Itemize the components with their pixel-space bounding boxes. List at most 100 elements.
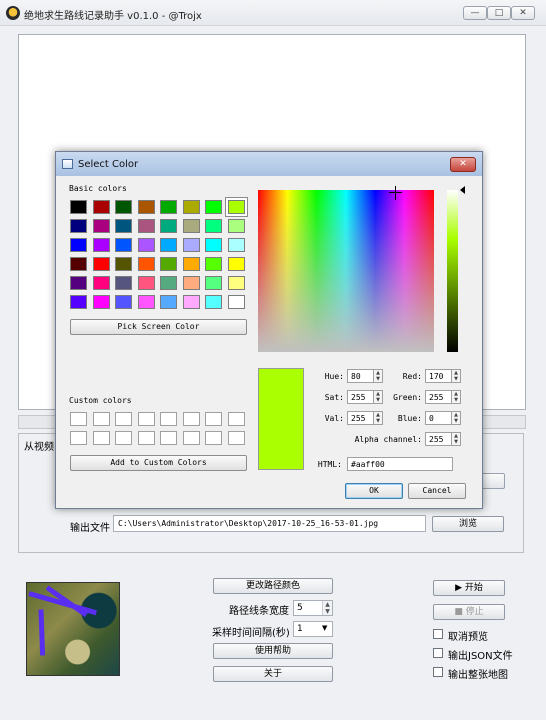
green-input[interactable]: 255 <box>425 390 452 404</box>
custom-color-slot[interactable] <box>205 431 222 445</box>
basic-color-swatch[interactable] <box>182 295 200 309</box>
basic-color-swatch[interactable] <box>227 276 245 290</box>
basic-color-swatch[interactable] <box>160 295 177 309</box>
basic-color-swatch[interactable] <box>115 276 132 290</box>
blue-stepper-icon[interactable]: ▲ ▼ <box>451 411 461 425</box>
basic-color-swatch[interactable] <box>115 295 132 309</box>
custom-color-slot[interactable] <box>227 412 245 426</box>
basic-color-swatch[interactable] <box>92 238 110 252</box>
cancel-button[interactable]: Cancel <box>408 483 466 499</box>
cancel-preview-checkbox[interactable] <box>433 629 443 639</box>
stop-button[interactable]: ■ 停止 <box>433 604 505 620</box>
basic-color-swatch[interactable] <box>182 238 200 252</box>
browse-button[interactable]: 浏览 <box>432 516 504 532</box>
sat-stepper-icon[interactable]: ▲ ▼ <box>373 390 383 404</box>
custom-color-slot[interactable] <box>137 412 155 426</box>
output-path-input[interactable]: C:\Users\Administrator\Desktop\2017-10-2… <box>113 515 426 532</box>
minimize-button[interactable]: — <box>463 6 487 20</box>
basic-color-swatch[interactable] <box>137 276 155 290</box>
green-stepper-icon[interactable]: ▲ ▼ <box>451 390 461 404</box>
help-button[interactable]: 使用帮助 <box>213 643 333 659</box>
basic-color-swatch[interactable] <box>182 257 200 271</box>
basic-color-swatch[interactable] <box>137 295 155 309</box>
basic-color-swatch[interactable] <box>205 257 222 271</box>
ok-button[interactable]: OK <box>345 483 403 499</box>
red-input[interactable]: 170 <box>425 369 452 383</box>
luminance-slider[interactable] <box>447 190 458 352</box>
basic-color-swatch[interactable] <box>70 219 87 233</box>
custom-color-slot[interactable] <box>160 412 177 426</box>
basic-color-swatch[interactable] <box>70 276 87 290</box>
basic-color-swatch[interactable] <box>205 219 222 233</box>
basic-color-swatch[interactable] <box>182 200 200 214</box>
basic-color-swatch[interactable] <box>137 238 155 252</box>
custom-color-slot[interactable] <box>92 412 110 426</box>
basic-color-swatch[interactable] <box>115 238 132 252</box>
custom-color-slot[interactable] <box>115 412 132 426</box>
basic-color-swatch[interactable] <box>182 219 200 233</box>
basic-color-swatch[interactable] <box>92 219 110 233</box>
custom-color-slot[interactable] <box>182 431 200 445</box>
pick-screen-color-button[interactable]: Pick Screen Color <box>70 319 247 335</box>
basic-color-swatch[interactable] <box>70 200 87 214</box>
start-button[interactable]: ▶ 开始 <box>433 580 505 596</box>
custom-color-slot[interactable] <box>70 431 87 445</box>
custom-color-slot[interactable] <box>137 431 155 445</box>
basic-color-swatch[interactable] <box>227 238 245 252</box>
custom-color-slot[interactable] <box>227 431 245 445</box>
basic-color-swatch[interactable] <box>137 200 155 214</box>
basic-color-swatch[interactable] <box>137 257 155 271</box>
chevron-down-icon[interactable]: ▼ <box>322 624 327 632</box>
hue-input[interactable]: 80 <box>347 369 374 383</box>
basic-color-swatch[interactable] <box>205 200 222 214</box>
export-full-map-checkbox[interactable] <box>433 667 443 677</box>
blue-input[interactable]: 0 <box>425 411 452 425</box>
basic-color-swatch[interactable] <box>160 257 177 271</box>
alpha-stepper-icon[interactable]: ▲ ▼ <box>451 432 461 446</box>
basic-color-swatch[interactable] <box>70 238 87 252</box>
color-spectrum-picker[interactable] <box>258 190 434 352</box>
export-json-checkbox[interactable] <box>433 648 443 658</box>
change-color-button[interactable]: 更改路径颜色 <box>213 578 333 594</box>
custom-color-slot[interactable] <box>70 412 87 426</box>
basic-color-swatch[interactable] <box>137 219 155 233</box>
maximize-button[interactable]: □ <box>487 6 511 20</box>
basic-color-swatch[interactable] <box>115 257 132 271</box>
tab-from-video[interactable]: 从视频 <box>24 438 54 453</box>
html-color-input[interactable]: #aaff00 <box>347 457 453 471</box>
hue-stepper-icon[interactable]: ▲ ▼ <box>373 369 383 383</box>
basic-color-swatch[interactable] <box>205 295 222 309</box>
basic-color-swatch[interactable] <box>205 276 222 290</box>
basic-color-swatch[interactable] <box>205 238 222 252</box>
custom-color-slot[interactable] <box>115 431 132 445</box>
basic-color-swatch[interactable] <box>227 295 245 309</box>
basic-color-swatch[interactable] <box>160 276 177 290</box>
basic-color-swatch[interactable] <box>160 238 177 252</box>
stepper-arrows-icon[interactable]: ▲ ▼ <box>322 601 332 615</box>
basic-color-swatch[interactable] <box>115 219 132 233</box>
custom-color-slot[interactable] <box>92 431 110 445</box>
basic-color-swatch[interactable] <box>70 295 87 309</box>
red-stepper-icon[interactable]: ▲ ▼ <box>451 369 461 383</box>
sat-input[interactable]: 255 <box>347 390 374 404</box>
basic-color-swatch[interactable] <box>92 200 110 214</box>
slider-pointer-icon[interactable] <box>460 186 465 194</box>
val-input[interactable]: 255 <box>347 411 374 425</box>
basic-color-swatch[interactable] <box>160 200 177 214</box>
custom-color-slot[interactable] <box>160 431 177 445</box>
basic-color-swatch[interactable] <box>92 295 110 309</box>
close-button[interactable]: ✕ <box>511 6 535 20</box>
basic-color-swatch[interactable] <box>160 219 177 233</box>
basic-color-swatch[interactable] <box>92 257 110 271</box>
custom-color-slot[interactable] <box>182 412 200 426</box>
dialog-close-button[interactable]: ✕ <box>450 157 476 172</box>
alpha-input[interactable]: 255 <box>425 432 452 446</box>
add-custom-colors-button[interactable]: Add to Custom Colors <box>70 455 247 471</box>
custom-color-slot[interactable] <box>205 412 222 426</box>
val-stepper-icon[interactable]: ▲ ▼ <box>373 411 383 425</box>
about-button[interactable]: 关于 <box>213 666 333 682</box>
basic-color-swatch[interactable] <box>70 257 87 271</box>
basic-color-swatch[interactable] <box>225 198 247 216</box>
basic-color-swatch[interactable] <box>182 276 200 290</box>
basic-color-swatch[interactable] <box>92 276 110 290</box>
